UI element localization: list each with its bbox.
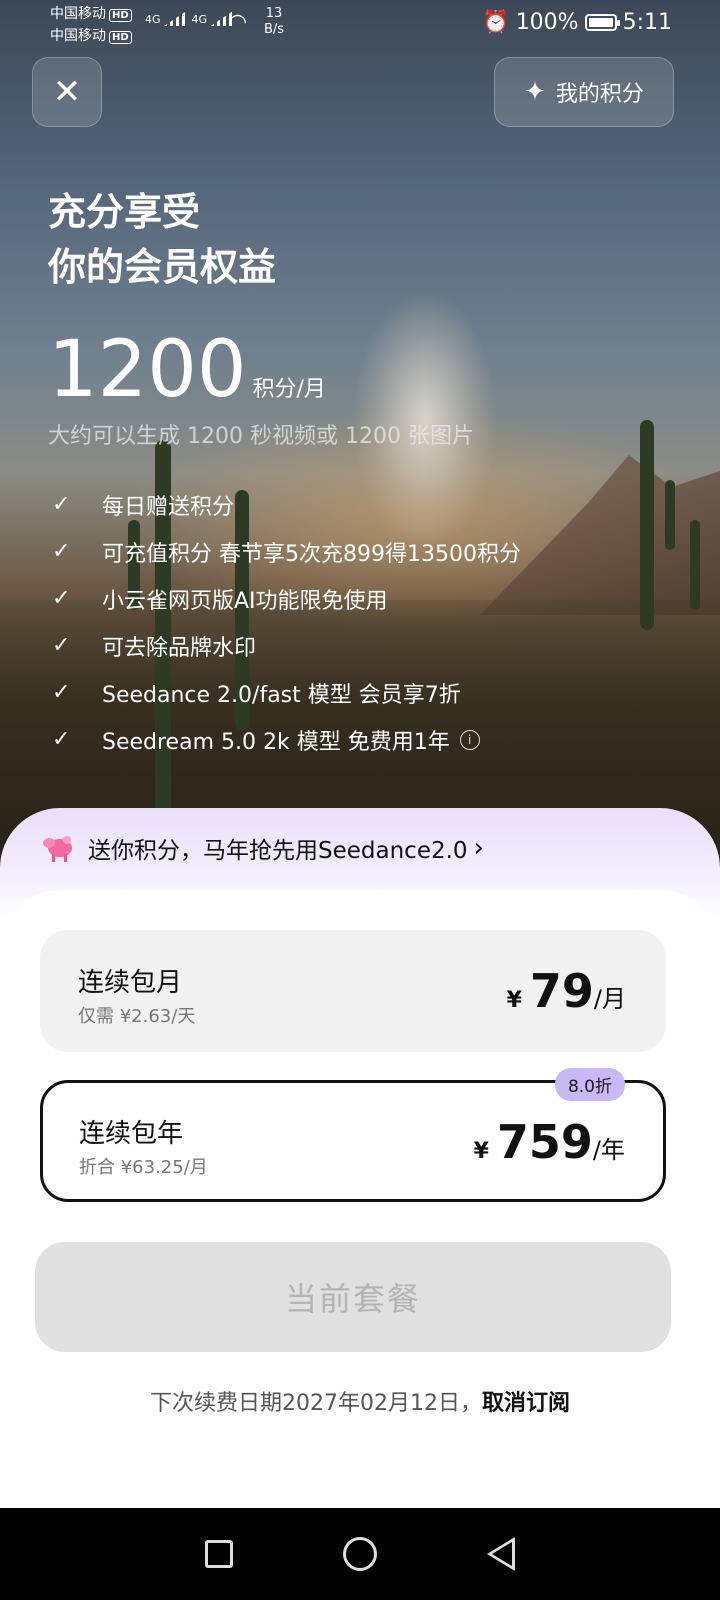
cactus-decoration — [690, 520, 700, 610]
check-icon: ✓ — [52, 633, 71, 658]
sparkle-icon: ✦ — [524, 77, 546, 107]
status-bar: 中国移动 HD 中国移动 HD 4G 4G ◠ 13 B/s ⏰ 100% 5:11 — [0, 0, 720, 48]
hd-badge: HD — [109, 9, 132, 22]
plan-name: 连续包年 — [79, 1119, 184, 1149]
plan-name: 连续包月 — [78, 968, 183, 998]
benefit-item: ✓ 小云雀网页版AI功能限免使用 — [52, 575, 521, 622]
alarm-icon: ⏰ — [482, 10, 510, 35]
check-icon: ✓ — [52, 680, 71, 705]
hero-title: 充分享受 你的会员权益 — [48, 185, 276, 295]
benefit-item: ✓ 每日赠送积分 — [52, 481, 521, 528]
promo-banner[interactable]: 送你积分，马年抢先用Seedance2.0 › — [40, 830, 484, 866]
clock: 5:11 — [622, 10, 672, 35]
benefits-list: ✓ 每日赠送积分 ✓ 可充值积分 春节享5次充899得13500积分 ✓ 小云雀网页版… — [52, 481, 521, 763]
close-button[interactable]: ✕ — [32, 57, 102, 127]
battery-percent: 100% — [515, 10, 579, 35]
screen: 中国移动 HD 中国移动 HD 4G 4G ◠ 13 B/s ⏰ 100% 5:11… — [0, 0, 720, 1600]
wifi-icon: ◠ — [228, 10, 248, 35]
price-amount: 759 — [496, 1115, 593, 1169]
plan-monthly-card[interactable]: 连续包月 仅需 ¥2.63/天 ¥ 79 /月 — [40, 930, 666, 1052]
battery-icon — [584, 14, 620, 31]
horse-icon — [43, 836, 72, 862]
current-plan-button[interactable]: 当前套餐 — [35, 1242, 671, 1352]
hero-title-line2: 你的会员权益 — [48, 245, 277, 289]
signal-bars-icon — [164, 10, 189, 26]
points-amount: 1200 积分/月 — [48, 325, 326, 415]
price-period: /年 — [592, 1136, 625, 1164]
recent-apps-icon[interactable] — [205, 1540, 233, 1568]
price-currency: ¥ — [473, 1139, 489, 1164]
cactus-decoration — [665, 480, 675, 550]
chevron-right-icon: › — [473, 833, 484, 863]
plan-subtitle: 折合 ¥63.25/月 — [79, 1157, 208, 1178]
points-unit: 积分/月 — [252, 377, 326, 402]
benefit-text: 可充值积分 春节享5次充899得13500积分 — [102, 541, 521, 567]
system-nav-bar — [0, 1508, 720, 1600]
price-period: /月 — [593, 985, 626, 1013]
benefit-text: Seedance 2.0/fast 模型 会员享7折 — [102, 682, 461, 708]
plan-price: ¥ 759 /年 — [474, 1115, 625, 1169]
points-description: 大约可以生成 1200 秒视频或 1200 张图片 — [48, 424, 474, 449]
renewal-info: 下次续费日期2027年02月12日，取消订阅 — [0, 1385, 720, 1417]
speed-value: 13 — [265, 6, 283, 21]
my-points-label: 我的积分 — [555, 82, 644, 107]
cactus-decoration — [640, 420, 654, 630]
carrier-info: 中国移动 HD 中国移动 HD — [50, 4, 132, 48]
carrier-label: 中国移动 — [50, 28, 106, 44]
speed-unit: B/s — [264, 22, 285, 37]
benefit-text: Seedream 5.0 2k 模型 免费用1年 — [102, 729, 450, 755]
benefit-text: 可去除品牌水印 — [102, 635, 257, 661]
back-icon[interactable] — [487, 1537, 515, 1571]
plan-price: ¥ 79 /月 — [507, 964, 626, 1018]
check-icon: ✓ — [52, 492, 71, 517]
my-points-button[interactable]: ✦ 我的积分 — [494, 57, 674, 127]
plan-subtitle: 仅需 ¥2.63/天 — [78, 1006, 196, 1027]
discount-badge: 8.0折 — [554, 1068, 625, 1101]
network-speed: 13 B/s — [264, 6, 284, 38]
check-icon: ✓ — [52, 586, 71, 611]
status-right: ⏰ 100% 5:11 — [482, 10, 672, 35]
benefit-item: ✓ 可充值积分 春节享5次充899得13500积分 — [52, 528, 521, 575]
price-currency: ¥ — [506, 988, 522, 1013]
hero-title-line1: 充分享受 — [48, 190, 201, 234]
benefit-item: ✓ Seedance 2.0/fast 模型 会员享7折 — [52, 669, 521, 716]
cancel-subscription-link[interactable]: 取消订阅 — [482, 1391, 570, 1416]
price-amount: 79 — [529, 964, 594, 1018]
carrier-label: 中国移动 — [50, 6, 106, 22]
benefit-item: ✓ 可去除品牌水印 — [52, 622, 521, 669]
benefit-text: 小云雀网页版AI功能限免使用 — [102, 588, 388, 614]
home-icon[interactable] — [343, 1537, 377, 1571]
hd-badge: HD — [109, 31, 132, 44]
signal-icons: 4G 4G — [145, 10, 235, 26]
benefit-item: ✓ Seedream 5.0 2k 模型 免费用1年 i — [52, 716, 521, 763]
info-icon[interactable]: i — [459, 729, 480, 750]
promo-text: 送你积分，马年抢先用Seedance2.0 — [88, 838, 468, 864]
points-number: 1200 — [48, 325, 247, 415]
network-type: 4G — [191, 13, 208, 26]
benefit-text: 每日赠送积分 — [102, 494, 235, 520]
subscription-sheet: 送你积分，马年抢先用Seedance2.0 › 连续包月 仅需 ¥2.63/天 … — [0, 808, 720, 1508]
plans-area: 连续包月 仅需 ¥2.63/天 ¥ 79 /月 8.0折 连续包年 折合 ¥63… — [0, 890, 720, 1508]
check-icon: ✓ — [52, 727, 71, 752]
close-icon: ✕ — [52, 72, 82, 112]
check-icon: ✓ — [52, 539, 71, 564]
network-type: 4G — [145, 13, 161, 26]
renewal-date-text: 下次续费日期2027年02月12日， — [150, 1391, 482, 1416]
plan-yearly-card[interactable]: 8.0折 连续包年 折合 ¥63.25/月 ¥ 759 /年 — [40, 1068, 666, 1202]
